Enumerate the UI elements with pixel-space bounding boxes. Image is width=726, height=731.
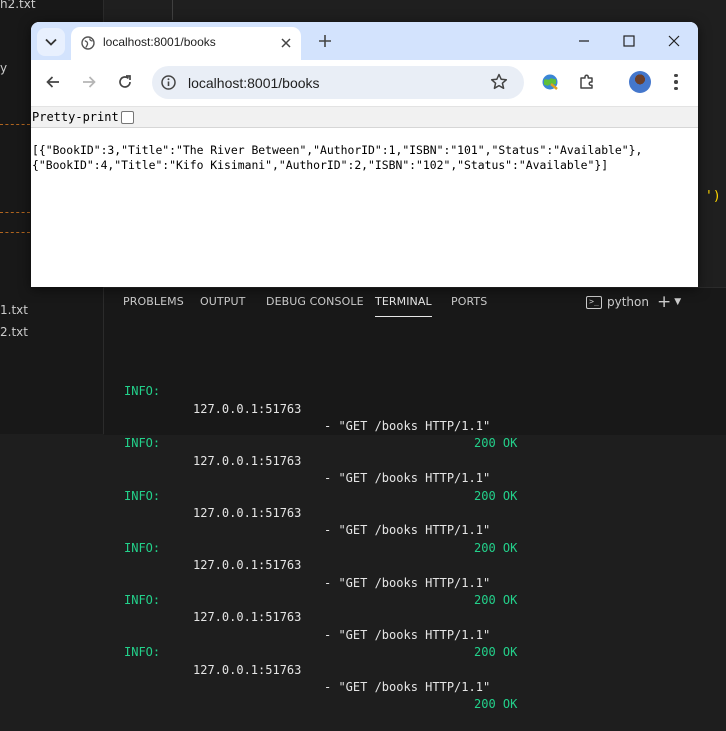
log-status: 200 OK (474, 436, 518, 451)
log-level: INFO: (124, 384, 161, 399)
pretty-print-checkbox[interactable] (121, 111, 134, 124)
close-icon[interactable] (278, 35, 294, 51)
log-request: - "GET /books HTTP/1.1" (324, 419, 491, 434)
terminal-icon: >_ (586, 295, 602, 309)
log-address: 127.0.0.1:51763 (193, 662, 302, 677)
pretty-print-label: Pretty-print (32, 110, 119, 124)
url-text[interactable]: localhost:8001/books (188, 75, 320, 91)
log-address: 127.0.0.1:51763 (193, 401, 302, 416)
terminal-line: INFO: 127.0.0.1:51763 - "GET /books HTTP… (124, 522, 517, 607)
log-address: 127.0.0.1:51763 (193, 558, 302, 573)
terminal-toolbar: >_ python + ▼ (586, 292, 681, 312)
explorer-file[interactable]: 1.txt (0, 303, 28, 317)
tab-debug-console[interactable]: DEBUG CONSOLE (266, 288, 364, 316)
terminal-line: INFO: 127.0.0.1:51763 - "GET /books HTTP… (124, 418, 517, 502)
indent-guide (172, 0, 173, 20)
explorer-divider (0, 212, 30, 213)
browser-window: localhost:8001/books localhost:8001/book… (31, 22, 698, 287)
terminal-line: INFO: 127.0.0.1:51763 - "GET /books HTTP… (124, 575, 517, 659)
log-status: 200 OK (474, 593, 518, 608)
forward-icon[interactable] (75, 68, 103, 96)
explorer-file[interactable]: 2.txt (0, 325, 28, 339)
code-fragment: ') (705, 189, 721, 204)
tab-title: localhost:8001/books (103, 35, 216, 49)
log-level: INFO: (124, 436, 161, 451)
log-status: 200 OK (474, 697, 518, 712)
log-request: - "GET /books HTTP/1.1" (324, 575, 491, 590)
tab-problems[interactable]: PROBLEMS (123, 288, 184, 316)
tab-strip: localhost:8001/books (31, 22, 698, 60)
log-request: - "GET /books HTTP/1.1" (324, 523, 491, 538)
reload-icon[interactable] (111, 68, 139, 96)
terminal-line: INFO: 127.0.0.1:51763 - "GET /books HTTP… (124, 366, 517, 450)
pretty-print-bar: Pretty-print (31, 107, 698, 128)
new-terminal-icon[interactable]: + (657, 294, 671, 311)
log-address: 127.0.0.1:51763 (193, 506, 302, 521)
profile-avatar[interactable] (629, 71, 651, 93)
extension-globe-icon[interactable] (538, 70, 562, 94)
terminal-line: INFO: 127.0.0.1:51763 - "GET /books HTTP… (124, 627, 517, 711)
explorer-file[interactable]: h2.txt (0, 0, 36, 11)
log-level: INFO: (124, 488, 161, 503)
tab-output[interactable]: OUTPUT (200, 288, 245, 316)
tab-terminal[interactable]: TERMINAL (375, 288, 432, 317)
tab-ports[interactable]: PORTS (451, 288, 487, 316)
maximize-icon[interactable] (614, 28, 644, 54)
site-info-icon[interactable] (160, 74, 177, 91)
chevron-down-icon[interactable]: ▼ (674, 297, 681, 307)
puzzle-icon[interactable] (575, 70, 599, 94)
log-address: 127.0.0.1:51763 (193, 610, 302, 625)
tab-search-icon (45, 38, 57, 46)
address-bar[interactable]: localhost:8001/books (152, 66, 524, 99)
log-status: 200 OK (474, 540, 518, 555)
log-level: INFO: (124, 540, 161, 555)
minimize-icon[interactable] (569, 28, 599, 54)
panel-tab-bar: PROBLEMS OUTPUT DEBUG CONSOLE TERMINAL P… (104, 288, 726, 317)
explorer-divider (0, 124, 30, 125)
page-content: Pretty-print [{"BookID":3,"Title":"The R… (31, 107, 698, 287)
log-status: 200 OK (474, 645, 518, 660)
terminal-shell-name[interactable]: python (607, 295, 649, 309)
back-icon[interactable] (39, 68, 67, 96)
log-request: - "GET /books HTTP/1.1" (324, 627, 491, 642)
browser-toolbar: localhost:8001/books (31, 60, 698, 107)
globe-icon (81, 36, 95, 50)
log-request: - "GET /books HTTP/1.1" (324, 471, 491, 486)
log-request: - "GET /books HTTP/1.1" (324, 680, 491, 695)
close-window-icon[interactable] (659, 28, 689, 54)
star-icon[interactable] (489, 72, 509, 92)
explorer-file[interactable]: y (0, 61, 7, 75)
tab-search-button[interactable] (37, 28, 65, 56)
terminal-line: INFO: 127.0.0.1:51763 - "GET /books HTTP… (124, 470, 517, 555)
log-level: INFO: (124, 645, 161, 660)
code-line: 18 return result (104, 0, 304, 97)
explorer-divider (0, 232, 30, 233)
kebab-menu-icon[interactable] (666, 70, 686, 94)
bottom-panel: PROBLEMS OUTPUT DEBUG CONSOLE TERMINAL P… (104, 287, 726, 711)
log-status: 200 OK (474, 488, 518, 503)
log-level: INFO: (124, 593, 161, 608)
browser-tab[interactable]: localhost:8001/books (71, 27, 301, 60)
plus-icon[interactable] (313, 29, 337, 53)
json-response: [{"BookID":3,"Title":"The River Between"… (32, 143, 643, 172)
log-address: 127.0.0.1:51763 (193, 453, 302, 468)
terminal-output[interactable]: INFO: 127.0.0.1:51763 - "GET /books HTTP… (124, 331, 517, 711)
